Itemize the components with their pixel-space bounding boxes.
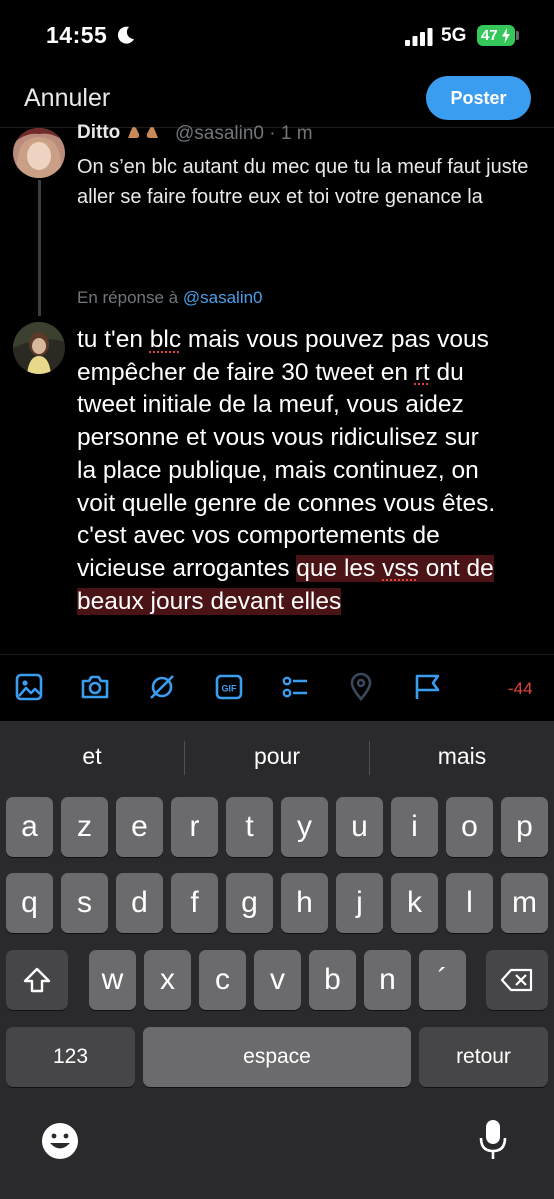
shift-icon <box>23 967 51 993</box>
key-u[interactable]: u <box>336 797 383 857</box>
camera-icon[interactable] <box>80 672 110 702</box>
spaces-icon[interactable] <box>147 672 177 702</box>
over-limit-text: beaux jours devant elles <box>77 587 342 615</box>
battery-tip <box>516 31 519 40</box>
key-i[interactable]: i <box>391 797 438 857</box>
key-m[interactable]: m <box>501 873 548 933</box>
network-label: 5G <box>441 25 467 46</box>
misspelled-word[interactable]: blc <box>150 326 181 353</box>
key-p[interactable]: p <box>501 797 548 857</box>
over-limit-text: ont de <box>418 554 494 582</box>
key-o[interactable]: o <box>446 797 493 857</box>
misspelled-word[interactable]: rt <box>415 359 430 386</box>
key-g[interactable]: g <box>226 873 273 933</box>
over-limit-text: que les <box>296 554 383 582</box>
reply-line: empêcher de faire 30 tweet en rt du <box>77 357 547 390</box>
suggestion-1[interactable]: et <box>2 743 182 770</box>
backspace-key[interactable] <box>486 950 548 1010</box>
key-l[interactable]: l <box>446 873 493 933</box>
reply-line: c'est avec vos comportements de <box>77 522 440 550</box>
suggestion-divider <box>184 741 185 775</box>
key-f[interactable]: f <box>171 873 218 933</box>
reply-line: beaux jours devant elles <box>77 586 547 619</box>
keyboard: et pour mais a z e r t y u i o p q s d f… <box>0 721 554 1199</box>
post-button[interactable]: Poster <box>426 76 531 120</box>
key-q[interactable]: q <box>6 873 53 933</box>
suggestion-3[interactable]: mais <box>372 743 552 770</box>
original-author-name[interactable]: Ditto <box>77 122 160 144</box>
key-y[interactable]: y <box>281 797 328 857</box>
reply-to-prefix: En réponse à <box>77 288 179 307</box>
reply-line: personne et vous vous ridiculisez sur <box>77 424 479 452</box>
numbers-key[interactable]: 123 <box>6 1027 135 1087</box>
original-tweet-text: On s’en blc autant du mec que tu la meuf… <box>77 156 529 208</box>
key-n[interactable]: n <box>364 950 411 1010</box>
location-icon <box>350 672 372 701</box>
status-time: 14:55 <box>46 22 108 48</box>
key-t[interactable]: t <box>226 797 273 857</box>
text-run: mais vous pouvez pas vous <box>181 326 489 353</box>
text-run: tu t'en <box>77 326 150 353</box>
key-r[interactable]: r <box>171 797 218 857</box>
moon-icon <box>117 26 134 44</box>
key-j[interactable]: j <box>336 873 383 933</box>
battery-indicator: 47 <box>477 25 515 46</box>
shift-key[interactable] <box>6 950 68 1010</box>
compose-toolbar: GIF -44 <box>0 655 554 721</box>
battery-level: 47 <box>481 27 498 44</box>
reply-line: vicieuse arrogantes que les vss ont de <box>77 553 547 586</box>
reply-line: voit quelle genre de connes vous êtes. <box>77 489 496 517</box>
reply-line: la place publique, mais continuez, on <box>77 456 479 484</box>
text-run: du <box>429 358 464 386</box>
status-bar: 14:55 5G 47 <box>0 0 554 70</box>
reply-to-line: En réponse à @sasalin0 <box>77 288 263 308</box>
original-author-label: Ditto <box>77 122 121 143</box>
key-v[interactable]: v <box>254 950 301 1010</box>
microphone-icon[interactable] <box>478 1118 508 1162</box>
key-x[interactable]: x <box>144 950 191 1010</box>
text-run: vicieuse arrogantes <box>77 554 297 582</box>
key-z[interactable]: z <box>61 797 108 857</box>
emoji-icon[interactable] <box>40 1121 80 1161</box>
key-d[interactable]: d <box>116 873 163 933</box>
reply-to-mention[interactable]: @sasalin0 <box>183 288 263 307</box>
cancel-button[interactable]: Annuler <box>24 84 110 113</box>
space-key[interactable]: espace <box>143 1027 411 1087</box>
key-e[interactable]: e <box>116 797 163 857</box>
reply-line: tu t'en blc mais vous pouvez pas vous <box>77 324 547 357</box>
backspace-icon <box>500 968 533 992</box>
svg-text:GIF: GIF <box>222 684 238 694</box>
original-author-handle[interactable]: @sasalin0 · 1 m <box>175 123 313 145</box>
reply-text-input[interactable]: tu t'en blc mais vous pouvez pas vous em… <box>77 324 547 618</box>
user-avatar[interactable] <box>13 322 65 374</box>
key-k[interactable]: k <box>391 873 438 933</box>
signal-icon <box>405 28 433 46</box>
hands-emoji-icon <box>128 127 159 138</box>
flag-icon[interactable] <box>412 672 442 702</box>
reply-line: tweet initiale de la meuf, vous aidez <box>77 391 464 419</box>
poll-icon[interactable] <box>280 672 310 702</box>
key-w[interactable]: w <box>89 950 136 1010</box>
text-run: empêcher de faire 30 tweet en <box>77 358 415 386</box>
key-h[interactable]: h <box>281 873 328 933</box>
key-accent[interactable]: ´ <box>419 950 466 1010</box>
key-c[interactable]: c <box>199 950 246 1010</box>
suggestion-divider <box>369 741 370 775</box>
character-count: -44 <box>508 679 533 698</box>
thread-line <box>38 180 41 316</box>
suggestion-2[interactable]: pour <box>187 743 367 770</box>
gif-icon[interactable]: GIF <box>214 672 244 702</box>
key-a[interactable]: a <box>6 797 53 857</box>
key-b[interactable]: b <box>309 950 356 1010</box>
misspelled-word[interactable]: vss <box>382 554 419 582</box>
bolt-icon <box>502 28 510 43</box>
image-icon[interactable] <box>14 672 44 702</box>
key-s[interactable]: s <box>61 873 108 933</box>
return-key[interactable]: retour <box>419 1027 548 1087</box>
original-author-avatar[interactable] <box>13 128 65 178</box>
